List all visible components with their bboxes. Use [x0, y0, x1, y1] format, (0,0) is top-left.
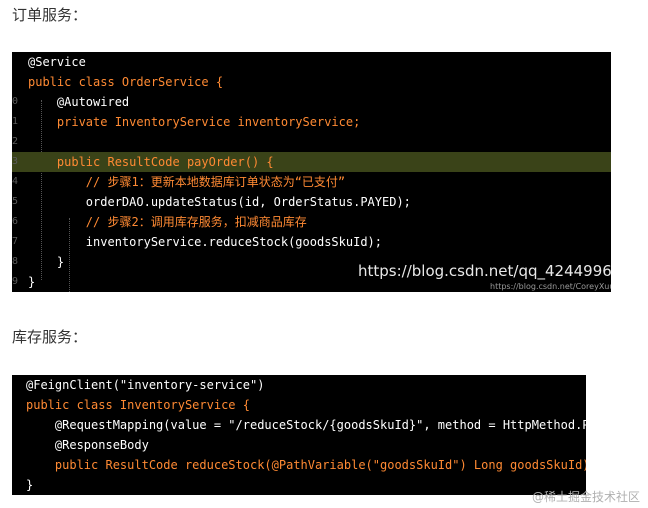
code-text: } [28, 275, 36, 289]
code-text: @ResponseBody [26, 438, 149, 452]
code-line: public ResultCode reduceStock(@PathVaria… [12, 455, 586, 475]
code-line: @ResponseBody [12, 435, 586, 455]
juejin-watermark: @稀土掘金技术社区 [531, 490, 640, 504]
code-block-order-service: @Service public class OrderService { 0 @… [12, 52, 611, 292]
code-text: orderDAO.updateStatus(id, OrderStatus.PA… [28, 195, 411, 209]
code-line: @Service [12, 52, 611, 72]
code-comment: // 步骤1：更新本地数据库订单状态为“已支付” [28, 175, 346, 189]
code-text: public class InventoryService { [26, 398, 250, 412]
code-text: public ResultCode reduceStock(@PathVaria… [26, 458, 586, 472]
code-line: 1 private InventoryService inventoryServ… [12, 112, 611, 132]
line-number: 8 [12, 256, 19, 267]
line-number: 9 [12, 276, 19, 287]
section-heading-inventory-service: 库存服务： [12, 328, 88, 346]
line-number: 2 [12, 136, 19, 147]
line-number: 5 [12, 196, 19, 207]
code-line: public class InventoryService { [12, 395, 586, 415]
code-text: @Service [28, 55, 86, 69]
code-line: } [12, 475, 586, 495]
code-text: @Autowired [28, 95, 130, 109]
code-text: } [28, 255, 65, 269]
line-number: 1 [12, 116, 19, 127]
code-line: 7 inventoryService.reduceStock(goodsSkuI… [12, 232, 611, 252]
code-line: 0 @Autowired [12, 92, 611, 112]
code-text: } [26, 478, 34, 492]
code-line: 2 [12, 132, 611, 152]
code-line: 6 // 步骤2：调用库存服务，扣减商品库存 [12, 212, 611, 232]
code-line: public class OrderService { [12, 72, 611, 92]
code-text: private InventoryService inventoryServic… [28, 115, 361, 129]
code-text: @FeignClient("inventory-service") [26, 378, 265, 392]
code-line: 5 orderDAO.updateStatus(id, OrderStatus.… [12, 192, 611, 212]
code-text: public class OrderService { [28, 75, 224, 89]
code-text: @RequestMapping(value = "/reduceStock/{g… [26, 418, 586, 432]
code-comment: // 步骤2：调用库存服务，扣减商品库存 [28, 215, 307, 229]
code-line: @FeignClient("inventory-service") [12, 375, 586, 395]
line-number: 3 [12, 156, 19, 167]
code-line: @RequestMapping(value = "/reduceStock/{g… [12, 415, 586, 435]
code-block-inventory-service: @FeignClient("inventory-service") public… [12, 375, 586, 495]
code-line-highlighted: 3 public ResultCode payOrder() { [12, 152, 611, 172]
code-line: 4 // 步骤1：更新本地数据库订单状态为“已支付” [12, 172, 611, 192]
line-number: 7 [12, 236, 19, 247]
code-text: inventoryService.reduceStock(goodsSkuId)… [28, 235, 383, 249]
section-heading-order-service: 订单服务： [12, 6, 88, 24]
line-number: 6 [12, 216, 19, 227]
line-number: 0 [12, 96, 19, 107]
code-text: public ResultCode payOrder() { [28, 155, 274, 169]
csdn-watermark-small: https://blog.csdn.net/CoreyXuu [490, 282, 611, 291]
line-number: 4 [12, 176, 19, 187]
